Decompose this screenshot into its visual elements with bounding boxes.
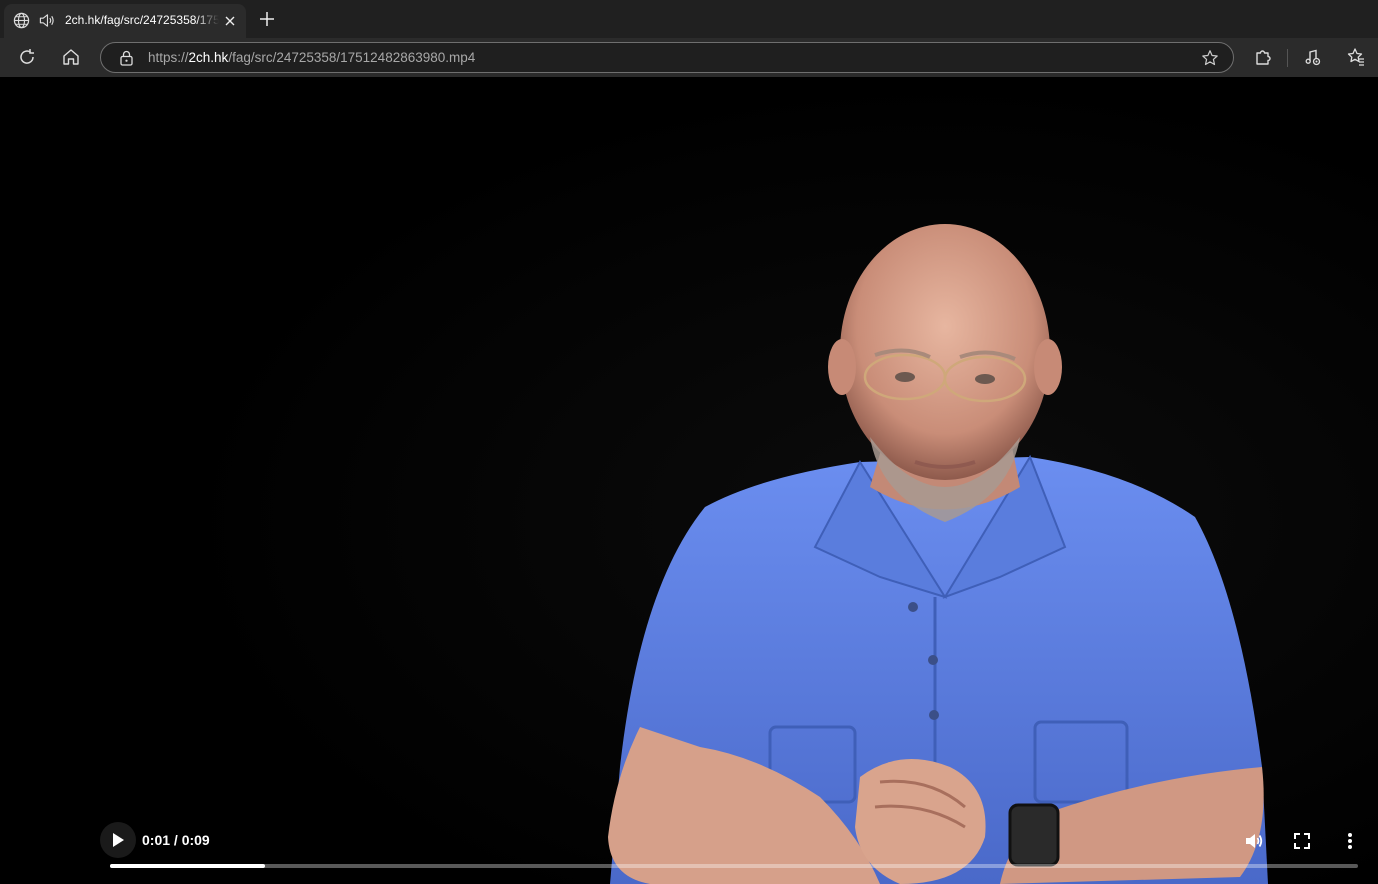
url-path: /fag/src/24725358/17512482863980.mp4: [228, 50, 476, 65]
play-icon: [113, 833, 124, 847]
favorite-star-icon[interactable]: [1201, 49, 1219, 67]
globe-icon: [13, 12, 30, 29]
url-host: 2ch.hk: [188, 50, 229, 65]
video-player[interactable]: 0:01 / 0:09: [0, 77, 1378, 884]
favorites-icon[interactable]: [1346, 47, 1366, 67]
home-icon[interactable]: [61, 47, 81, 67]
reload-icon[interactable]: [17, 47, 37, 67]
address-bar[interactable]: https://2ch.hk/fag/src/24725358/17512482…: [100, 42, 1234, 73]
tab-title: 2ch.hk/fag/src/24725358/17512482863980.m…: [65, 13, 219, 27]
tab-strip: 2ch.hk/fag/src/24725358/17512482863980.m…: [0, 0, 1378, 38]
progress-fill: [110, 864, 265, 868]
browser-tab-active[interactable]: 2ch.hk/fag/src/24725358/17512482863980.m…: [4, 4, 246, 38]
speaker-icon[interactable]: [38, 12, 56, 29]
read-aloud-icon[interactable]: [1303, 47, 1323, 67]
url-text: https://2ch.hk/fag/src/24725358/17512482…: [148, 50, 475, 65]
close-icon[interactable]: [223, 14, 237, 28]
browser-toolbar: https://2ch.hk/fag/src/24725358/17512482…: [0, 38, 1378, 77]
video-frame: [0, 77, 1378, 884]
fullscreen-icon[interactable]: [1292, 831, 1312, 851]
url-scheme: https://: [148, 50, 189, 65]
more-options-icon[interactable]: [1340, 831, 1360, 851]
new-tab-plus-icon[interactable]: [257, 9, 277, 29]
time-display: 0:01 / 0:09: [142, 832, 210, 848]
site-info-icon[interactable]: [119, 50, 134, 66]
extensions-icon[interactable]: [1253, 47, 1273, 67]
play-button[interactable]: [100, 822, 136, 858]
volume-icon[interactable]: [1244, 831, 1264, 851]
progress-bar[interactable]: [110, 864, 1358, 868]
toolbar-divider: [1287, 49, 1288, 67]
